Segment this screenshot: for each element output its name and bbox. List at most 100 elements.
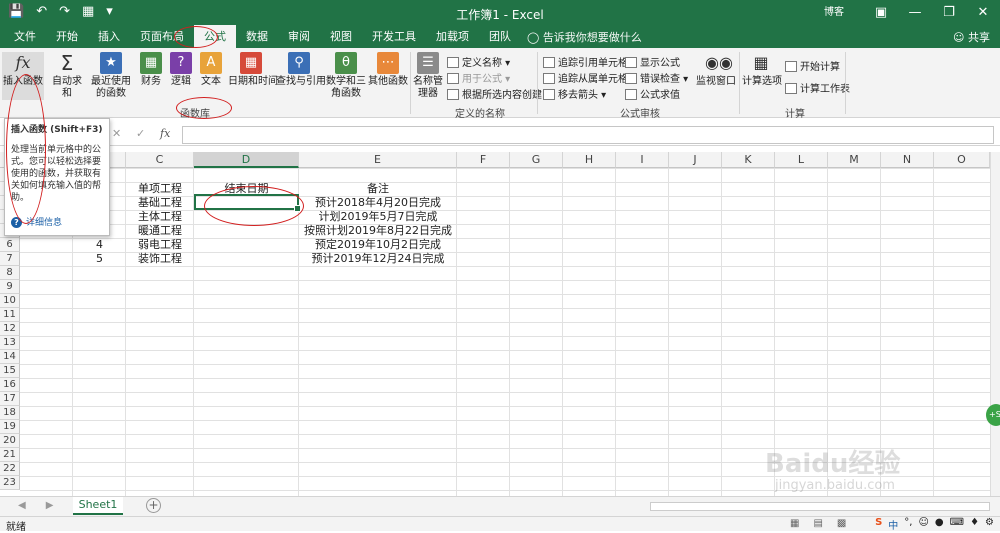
normal-view-icon[interactable]: ▦ xyxy=(790,518,799,529)
tab-addins[interactable]: 加载项 xyxy=(426,25,479,48)
formula-input[interactable] xyxy=(182,126,994,144)
cell-e4[interactable]: 计划2019年5月7日完成 xyxy=(299,210,457,224)
tab-data[interactable]: 数据 xyxy=(236,25,278,48)
mic-icon[interactable]: ● xyxy=(935,517,944,532)
row-header[interactable]: 11 xyxy=(0,308,20,322)
user-name[interactable]: 博客 xyxy=(804,0,864,25)
text-button[interactable]: A 文本 xyxy=(198,52,224,88)
cell-e2[interactable]: 备注 xyxy=(299,182,457,196)
sogou-icon[interactable]: S xyxy=(875,517,882,532)
row-header[interactable]: 15 xyxy=(0,364,20,378)
tab-team[interactable]: 团队 xyxy=(479,25,521,48)
sheet-nav-arrows-icon[interactable]: ◀▶ xyxy=(18,500,73,511)
cell-c3[interactable]: 基础工程 xyxy=(126,196,194,210)
trace-dependents-button[interactable]: 追踪从属单元格 xyxy=(543,70,628,85)
fx-icon[interactable]: fx xyxy=(160,127,170,140)
remove-arrows-button[interactable]: 移去箭头 ▾ xyxy=(543,86,606,101)
tools-icon[interactable]: ⚙ xyxy=(985,517,994,532)
column-header-d[interactable]: D xyxy=(194,152,299,168)
column-header-l[interactable]: L xyxy=(775,152,828,168)
cell-c6[interactable]: 弱电工程 xyxy=(126,238,194,252)
recently-used-button[interactable]: ★ 最近使用的函数 xyxy=(88,52,134,100)
column-header-f[interactable]: F xyxy=(457,152,510,168)
math-trig-button[interactable]: θ 数学和三角函数 xyxy=(326,52,366,100)
tab-home[interactable]: 开始 xyxy=(46,25,88,48)
watch-window-button[interactable]: ◉◉ 监视窗口 xyxy=(696,52,736,88)
skin-icon[interactable]: ♦ xyxy=(970,517,979,532)
cell-b6[interactable]: 4 xyxy=(73,238,126,252)
define-name-button[interactable]: 定义名称 ▾ xyxy=(447,54,510,69)
tell-me-search[interactable]: ◯ 告诉我你想要做什么 xyxy=(527,29,642,45)
keyboard-icon[interactable]: ⌨ xyxy=(950,517,964,532)
horizontal-scrollbar[interactable] xyxy=(650,502,990,511)
row-header[interactable]: 9 xyxy=(0,280,20,294)
tab-insert[interactable]: 插入 xyxy=(88,25,130,48)
row-header[interactable]: 14 xyxy=(0,350,20,364)
cell-b7[interactable]: 5 xyxy=(73,252,126,266)
financial-button[interactable]: ▦ 财务 xyxy=(138,52,164,88)
error-checking-button[interactable]: 错误检查 ▾ xyxy=(625,70,688,85)
close-icon[interactable]: ✕ xyxy=(966,0,1000,25)
name-manager-button[interactable]: ☰ 名称管理器 xyxy=(413,52,443,100)
logical-button[interactable]: ? 逻辑 xyxy=(168,52,194,88)
column-header-n[interactable]: N xyxy=(881,152,934,168)
page-break-view-icon[interactable]: ▩ xyxy=(837,518,846,529)
add-sheet-button[interactable]: + xyxy=(146,498,161,513)
tab-view[interactable]: 视图 xyxy=(320,25,362,48)
cell-e3[interactable]: 预计2018年4月20日完成 xyxy=(299,196,457,210)
row-header[interactable]: 19 xyxy=(0,420,20,434)
tab-file[interactable]: 文件 xyxy=(4,25,46,48)
row-header[interactable]: 23 xyxy=(0,476,20,490)
ribbon-display-icon[interactable]: ▣ xyxy=(864,0,898,25)
tab-review[interactable]: 审阅 xyxy=(278,25,320,48)
column-header-c[interactable]: C xyxy=(126,152,194,168)
evaluate-formula-button[interactable]: 公式求值 xyxy=(625,86,680,101)
autosum-button[interactable]: Σ 自动求和 xyxy=(48,52,86,100)
column-header-k[interactable]: K xyxy=(722,152,775,168)
cell-e7[interactable]: 预计2019年12月24日完成 xyxy=(299,252,457,266)
cell-c7[interactable]: 装饰工程 xyxy=(126,252,194,266)
row-header[interactable]: 17 xyxy=(0,392,20,406)
row-header[interactable]: 13 xyxy=(0,336,20,350)
row-header[interactable]: 12 xyxy=(0,322,20,336)
floating-assistant-button[interactable]: +S xyxy=(986,404,1000,426)
vertical-scrollbar[interactable] xyxy=(990,152,1000,496)
page-layout-view-icon[interactable]: ▤ xyxy=(813,518,822,529)
column-header-j[interactable]: J xyxy=(669,152,722,168)
column-header-g[interactable]: G xyxy=(510,152,563,168)
show-formulas-button[interactable]: 显示公式 xyxy=(625,54,680,69)
cell-c4[interactable]: 主体工程 xyxy=(126,210,194,224)
row-header[interactable]: 22 xyxy=(0,462,20,476)
row-header[interactable]: 21 xyxy=(0,448,20,462)
datetime-button[interactable]: ▦ 日期和时间 xyxy=(228,52,278,88)
cell-e5[interactable]: 按照计划2019年8月22日完成 xyxy=(299,224,457,238)
restore-icon[interactable]: ❐ xyxy=(932,0,966,25)
cell-c5[interactable]: 暖通工程 xyxy=(126,224,194,238)
lookup-button[interactable]: ⚲ 查找与引用 xyxy=(276,52,326,88)
column-header-o[interactable]: O xyxy=(934,152,990,168)
cell-c2[interactable]: 单项工程 xyxy=(126,182,194,196)
row-header[interactable]: 8 xyxy=(0,266,20,280)
more-functions-button[interactable]: ⋯ 其他函数 xyxy=(368,52,408,88)
cell-e6[interactable]: 预定2019年10月2日完成 xyxy=(299,238,457,252)
calculation-options-button[interactable]: ▦ 计算选项 xyxy=(742,52,782,88)
punctuation-icon[interactable]: °, xyxy=(904,517,912,532)
sheet-tab-sheet1[interactable]: Sheet1 xyxy=(73,497,123,515)
share-button[interactable]: ☺ 共享 xyxy=(953,29,990,45)
calculate-now-button[interactable]: 开始计算 xyxy=(785,58,840,73)
row-header[interactable]: 16 xyxy=(0,378,20,392)
tab-developer[interactable]: 开发工具 xyxy=(362,25,426,48)
cancel-icon[interactable]: ✕ xyxy=(112,127,121,140)
use-in-formula-button[interactable]: 用于公式 ▾ xyxy=(447,70,510,85)
row-header[interactable]: 20 xyxy=(0,434,20,448)
minimize-icon[interactable]: — xyxy=(898,0,932,25)
calculate-sheet-button[interactable]: 计算工作表 xyxy=(785,80,850,95)
row-header[interactable]: 7 xyxy=(0,252,20,266)
column-header-i[interactable]: I xyxy=(616,152,669,168)
trace-precedents-button[interactable]: 追踪引用单元格 xyxy=(543,54,628,69)
column-header-m[interactable]: M xyxy=(828,152,881,168)
column-header-e[interactable]: E xyxy=(299,152,457,168)
row-header[interactable]: 18 xyxy=(0,406,20,420)
create-from-selection-button[interactable]: 根据所选内容创建 xyxy=(447,86,542,101)
chinese-mode-icon[interactable]: 中 xyxy=(888,517,898,532)
